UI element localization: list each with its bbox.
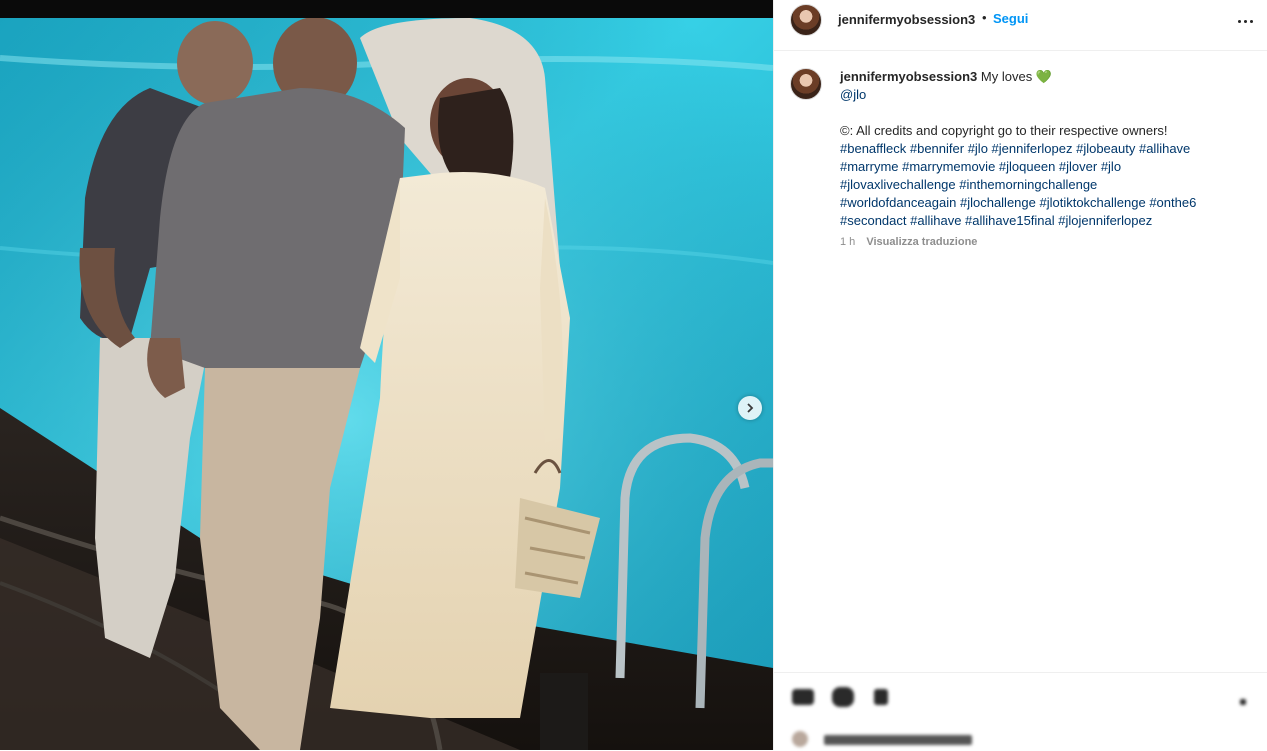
share-icon[interactable]	[874, 689, 888, 705]
chevron-right-icon	[747, 403, 754, 413]
dot-separator: •	[982, 10, 987, 25]
post-header: jennifermyobsession3 • Segui	[774, 0, 1267, 51]
post-caption: jennifermyobsession3 My loves 💚 @jlo ©: …	[840, 68, 1250, 230]
like-icon[interactable]	[792, 689, 814, 705]
time-ago: 1 h	[840, 236, 856, 248]
translate-button[interactable]: Visualizza traduzione	[866, 236, 977, 248]
action-bar	[774, 672, 1267, 751]
hashtag-line[interactable]: #benaffleck #bennifer #jlo #jenniferlope…	[840, 140, 1250, 158]
caption-text: My loves	[980, 69, 1033, 84]
save-icon[interactable]	[1240, 699, 1246, 705]
comment-icon[interactable]	[832, 687, 854, 707]
header-username[interactable]: jennifermyobsession3	[838, 12, 975, 27]
hashtag-line[interactable]: #jlovaxlivechallenge #inthemorningchalle…	[840, 176, 1250, 194]
caption-username[interactable]: jennifermyobsession3	[840, 69, 977, 84]
more-options-icon[interactable]	[1234, 14, 1256, 28]
caption-first-line: jennifermyobsession3 My loves 💚	[840, 68, 1250, 86]
mention-link[interactable]: @jlo	[840, 86, 1250, 104]
green-heart-emoji: 💚	[1035, 69, 1053, 84]
hashtag-line[interactable]: #secondact #allihave #allihave15final #j…	[840, 212, 1250, 230]
more-dot	[1237, 19, 1241, 23]
likes-avatar	[792, 731, 808, 747]
credit-line: ©: All credits and copyright go to their…	[840, 123, 1168, 138]
next-photo-button[interactable]	[738, 396, 762, 420]
avatar[interactable]	[790, 4, 822, 36]
more-dot	[1243, 19, 1247, 23]
follow-button[interactable]: Segui	[993, 11, 1028, 26]
hashtag-line[interactable]: #marryme #marrymemovie #jloqueen #jlover…	[840, 158, 1250, 176]
night-pool-photo	[0, 18, 773, 750]
caption-avatar[interactable]	[790, 68, 822, 100]
caption-meta: 1 h Visualizza traduzione	[840, 236, 977, 248]
likes-count[interactable]	[824, 735, 972, 745]
photo-top-bar	[0, 0, 773, 18]
more-dot	[1249, 19, 1253, 23]
post-photo[interactable]	[0, 0, 773, 750]
hashtag-line[interactable]: #worldofdanceagain #jlochallenge #jlotik…	[840, 194, 1250, 212]
post-side-panel: jennifermyobsession3 • Segui jennifermyo…	[773, 0, 1267, 750]
